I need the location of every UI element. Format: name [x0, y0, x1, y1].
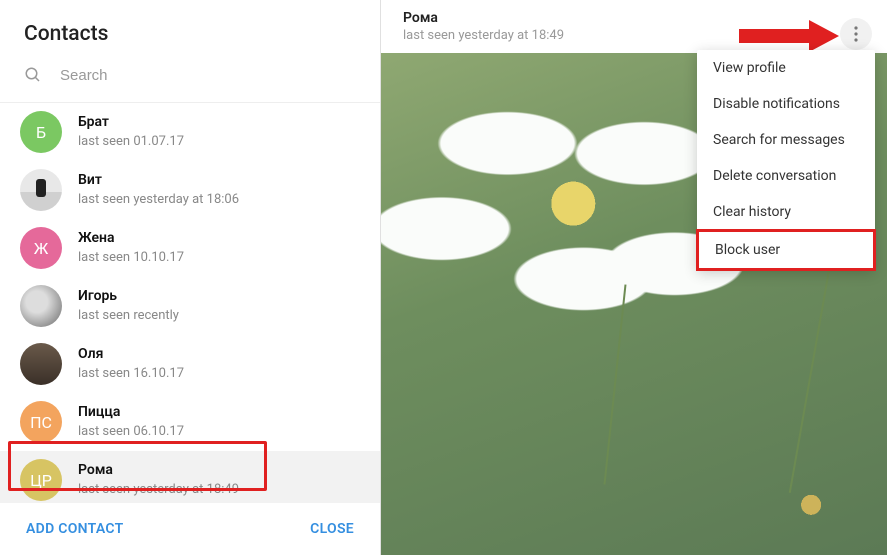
contact-row[interactable]: Игорь last seen recently [0, 277, 380, 335]
annotation-highlight-contact [8, 441, 267, 491]
contact-name: Брат [78, 113, 184, 131]
contact-name: Жена [78, 229, 184, 247]
contact-name: Игорь [78, 287, 179, 305]
contact-body: Пицца last seen 06.10.17 [78, 403, 184, 440]
search-icon [24, 66, 42, 84]
avatar [20, 285, 62, 327]
avatar: ПС [20, 401, 62, 443]
contact-status: last seen 01.07.17 [78, 134, 184, 151]
chat-title: Рома [403, 10, 827, 26]
more-options-button[interactable] [840, 18, 872, 50]
contact-name: Вит [78, 171, 239, 189]
menu-item[interactable]: Delete conversation [697, 158, 875, 194]
contact-row[interactable]: Вит last seen yesterday at 18:06 [0, 161, 380, 219]
close-button[interactable]: CLOSE [310, 521, 354, 537]
contact-body: Игорь last seen recently [78, 287, 179, 324]
contact-body: Брат last seen 01.07.17 [78, 113, 184, 150]
avatar: Б [20, 111, 62, 153]
contact-status: last seen 10.10.17 [78, 250, 184, 267]
chat-pane: Рома last seen yesterday at 18:49 View p… [381, 0, 887, 555]
contact-status: last seen 06.10.17 [78, 424, 184, 441]
search-row[interactable] [0, 60, 380, 102]
menu-item[interactable]: Clear history [697, 194, 875, 230]
contact-body: Жена last seen 10.10.17 [78, 229, 184, 266]
avatar: Ж [20, 227, 62, 269]
contact-row[interactable]: Б Брат last seen 01.07.17 [0, 103, 380, 161]
search-input[interactable] [60, 67, 356, 84]
sidebar-title: Contacts [0, 0, 380, 60]
menu-item[interactable]: Disable notifications [697, 86, 875, 122]
chat-status: last seen yesterday at 18:49 [403, 28, 827, 43]
contact-body: Вит last seen yesterday at 18:06 [78, 171, 239, 208]
contact-status: last seen recently [78, 308, 179, 325]
contact-status: last seen yesterday at 18:06 [78, 192, 239, 209]
menu-item[interactable]: Block user [696, 229, 876, 271]
contact-status: last seen 16.10.17 [78, 366, 184, 383]
contacts-sidebar: Contacts Б Брат last seen 01.07.17 Вит last … [0, 0, 381, 555]
chat-options-menu: View profileDisable notificationsSearch … [697, 50, 875, 270]
sidebar-footer: ADD CONTACT CLOSE [0, 503, 380, 555]
menu-item[interactable]: Search for messages [697, 122, 875, 158]
contact-name: Пицца [78, 403, 184, 421]
contact-row[interactable]: Ж Жена last seen 10.10.17 [0, 219, 380, 277]
menu-item[interactable]: View profile [697, 50, 875, 86]
add-contact-button[interactable]: ADD CONTACT [26, 521, 124, 537]
contact-row[interactable]: Оля last seen 16.10.17 [0, 335, 380, 393]
contact-name: Оля [78, 345, 184, 363]
avatar [20, 343, 62, 385]
contact-body: Оля last seen 16.10.17 [78, 345, 184, 382]
avatar [20, 169, 62, 211]
chat-header: Рома last seen yesterday at 18:49 [381, 0, 887, 53]
more-vertical-icon [854, 26, 858, 42]
